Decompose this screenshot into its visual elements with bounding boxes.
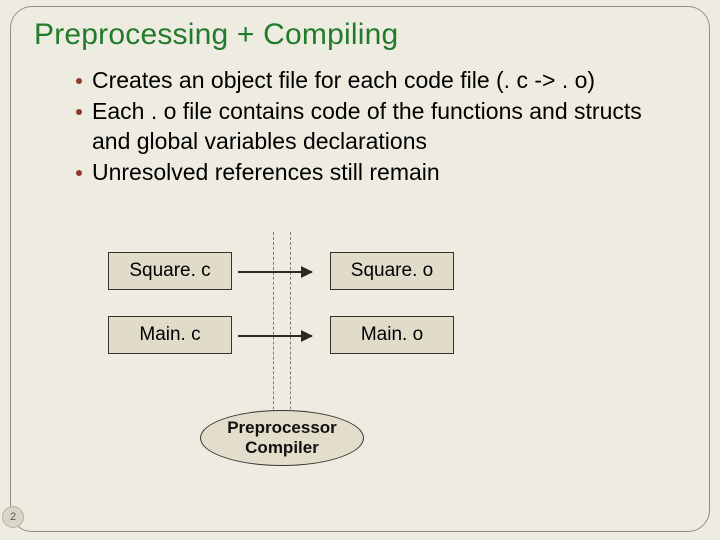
file-box-object: Square. o bbox=[330, 252, 454, 290]
ellipse-label: Preprocessor bbox=[227, 418, 337, 438]
bullet-text: Creates an object file for each code fil… bbox=[92, 66, 595, 95]
slide-title: Preprocessing + Compiling bbox=[34, 18, 398, 52]
bullet-icon bbox=[76, 109, 82, 115]
bullet-text: Unresolved references still remain bbox=[92, 158, 440, 187]
list-item: Creates an object file for each code fil… bbox=[76, 66, 686, 95]
file-box-object: Main. o bbox=[330, 316, 454, 354]
file-box-source: Square. c bbox=[108, 252, 232, 290]
slide-number-badge: 2 bbox=[2, 506, 24, 528]
ellipse-label: Compiler bbox=[245, 438, 319, 458]
stage-ellipse: Preprocessor Compiler bbox=[200, 410, 364, 466]
bullet-text: Each . o file contains code of the funct… bbox=[92, 97, 686, 156]
list-item: Each . o file contains code of the funct… bbox=[76, 97, 686, 156]
bullet-list: Creates an object file for each code fil… bbox=[76, 66, 686, 190]
arrow-icon bbox=[238, 271, 312, 273]
bullet-icon bbox=[76, 170, 82, 176]
bullet-icon bbox=[76, 78, 82, 84]
arrow-icon bbox=[238, 335, 312, 337]
file-box-source: Main. c bbox=[108, 316, 232, 354]
list-item: Unresolved references still remain bbox=[76, 158, 686, 187]
